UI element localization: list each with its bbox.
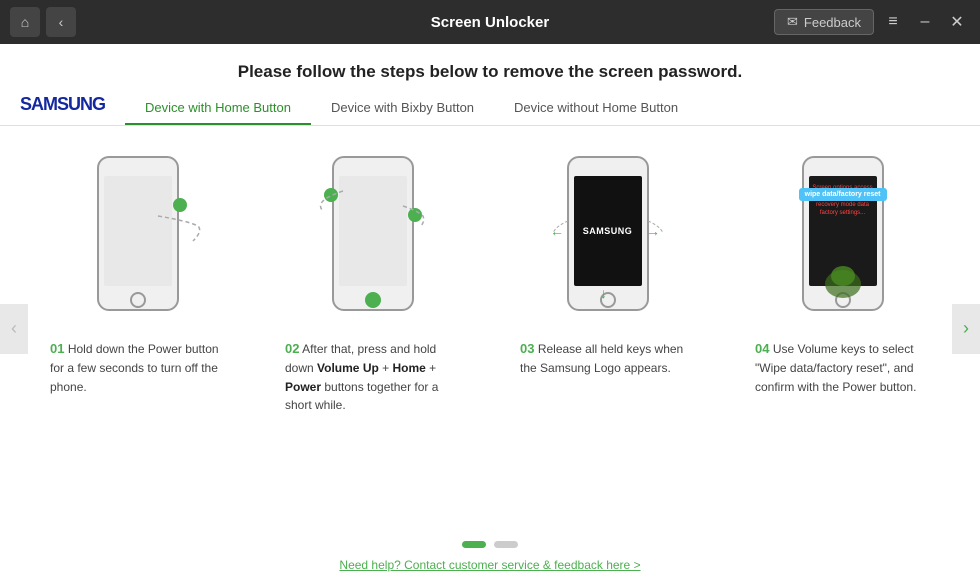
pagination [0, 531, 980, 554]
close-icon: ✕ [950, 12, 963, 32]
phone-3-screen: SAMSUNG [574, 176, 642, 286]
mail-icon: ✉ [787, 14, 798, 30]
minimize-button[interactable]: – [912, 9, 938, 35]
titlebar-left-buttons: ⌂ ‹ [10, 7, 76, 37]
headline: Please follow the steps below to remove … [0, 44, 980, 92]
next-arrow[interactable]: › [952, 304, 980, 354]
menu-icon: ≡ [888, 13, 897, 31]
phone-3-home [600, 292, 616, 308]
wipe-tooltip: wipe data/factory reset [799, 188, 887, 201]
power-indicator-1 [173, 198, 187, 212]
back-button[interactable]: ‹ [46, 7, 76, 37]
tabs-bar: SAMSUNG Device with Home Button Device w… [0, 92, 980, 126]
home-icon: ⌂ [21, 14, 29, 30]
back-icon: ‹ [59, 14, 64, 30]
step-4-text: 04 Use Volume keys to select "Wipe data/… [750, 331, 935, 396]
steps-container: 01 Hold down the Power button for a few … [20, 136, 960, 415]
home-button[interactable]: ⌂ [10, 7, 40, 37]
step-3-text: 03 Release all held keys when the Samsun… [515, 331, 700, 378]
app-title: Screen Unlocker [431, 14, 549, 31]
power-btn2-indicator [408, 208, 422, 222]
phone-3: SAMSUNG [567, 156, 649, 311]
step-2-illustration [283, 136, 463, 331]
step-2-text: 02 After that, press and hold down Volum… [280, 331, 465, 415]
tab-home-button[interactable]: Device with Home Button [125, 92, 311, 125]
left-chevron-icon: ‹ [11, 318, 17, 339]
step-3: SAMSUNG ← → ↓ [498, 136, 718, 415]
phone-1-home [130, 292, 146, 308]
step-3-illustration: SAMSUNG ← → ↓ [518, 136, 698, 331]
svg-text:←: ← [550, 223, 564, 239]
phone-4: Screen options access to... recovery mod… [802, 156, 884, 311]
phone-2-screen [339, 176, 407, 286]
titlebar: ⌂ ‹ Screen Unlocker ✉ Feedback ≡ – ✕ [0, 0, 980, 44]
close-button[interactable]: ✕ [944, 9, 970, 35]
steps-area: ‹ 01 Ho [0, 126, 980, 531]
step-1: 01 Hold down the Power button for a few … [28, 136, 248, 415]
pagination-dot-2[interactable] [494, 541, 518, 548]
pagination-dot-1[interactable] [462, 541, 486, 548]
phone-4-home [835, 292, 851, 308]
prev-arrow[interactable]: ‹ [0, 304, 28, 354]
vol-btn-indicator [324, 188, 338, 202]
phone-1 [97, 156, 179, 311]
phone-2-home [365, 292, 381, 308]
tab-no-home-button[interactable]: Device without Home Button [494, 92, 698, 125]
samsung-logo: SAMSUNG [20, 94, 125, 123]
titlebar-right-buttons: ✉ Feedback ≡ – ✕ [774, 9, 970, 35]
step-1-text: 01 Hold down the Power button for a few … [45, 331, 230, 396]
step-4: Screen options access to... recovery mod… [733, 136, 953, 415]
phone-2 [332, 156, 414, 311]
minimize-icon: – [921, 13, 930, 31]
menu-button[interactable]: ≡ [880, 9, 906, 35]
right-chevron-icon: › [963, 318, 969, 339]
step-4-illustration: Screen options access to... recovery mod… [753, 136, 933, 331]
tab-bixby-button[interactable]: Device with Bixby Button [311, 92, 494, 125]
phone-1-screen [104, 176, 172, 286]
feedback-button[interactable]: ✉ Feedback [774, 9, 874, 35]
main-content: Please follow the steps below to remove … [0, 44, 980, 582]
step-2: 02 After that, press and hold down Volum… [263, 136, 483, 415]
help-link[interactable]: Need help? Contact customer service & fe… [0, 554, 980, 582]
step-1-illustration [48, 136, 228, 331]
